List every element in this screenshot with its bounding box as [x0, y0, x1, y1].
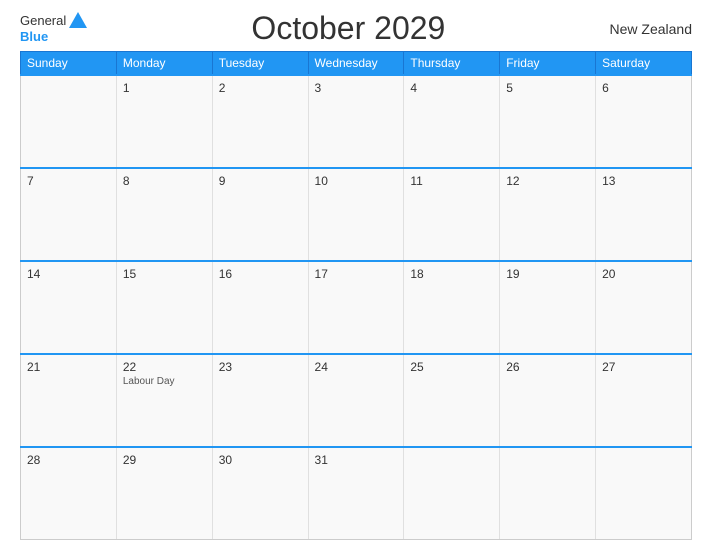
calendar-week-row: 28 29 30 31 [21, 447, 692, 540]
calendar-cell [404, 447, 500, 540]
calendar-cell: 21 [21, 354, 117, 447]
logo: General Blue [20, 13, 87, 44]
day-number: 29 [123, 453, 206, 467]
calendar-cell: 31 [308, 447, 404, 540]
day-number: 5 [506, 81, 589, 95]
day-number: 25 [410, 360, 493, 374]
calendar-cell: 14 [21, 261, 117, 354]
calendar-header: General Blue October 2029 New Zealand [20, 10, 692, 47]
day-number: 1 [123, 81, 206, 95]
calendar-cell: 25 [404, 354, 500, 447]
day-number: 30 [219, 453, 302, 467]
day-number: 17 [315, 267, 398, 281]
calendar-cell: 19 [500, 261, 596, 354]
calendar-cell [596, 447, 692, 540]
day-number: 7 [27, 174, 110, 188]
col-friday: Friday [500, 52, 596, 76]
calendar-cell: 29 [116, 447, 212, 540]
day-number: 24 [315, 360, 398, 374]
calendar-week-row: 789 10 11 12 13 [21, 168, 692, 261]
calendar-week-row: 123456 [21, 75, 692, 168]
calendar-cell: 24 [308, 354, 404, 447]
col-wednesday: Wednesday [308, 52, 404, 76]
calendar-cell: 30 [212, 447, 308, 540]
day-number: 6 [602, 81, 685, 95]
col-monday: Monday [116, 52, 212, 76]
day-number: 23 [219, 360, 302, 374]
calendar-cell: 12 [500, 168, 596, 261]
calendar-cell: 7 [21, 168, 117, 261]
day-number: 18 [410, 267, 493, 281]
calendar-cell: 11 [404, 168, 500, 261]
day-number: 2 [219, 81, 302, 95]
calendar-cell: 23 [212, 354, 308, 447]
calendar-cell: 17 [308, 261, 404, 354]
calendar-header-row: Sunday Monday Tuesday Wednesday Thursday… [21, 52, 692, 76]
calendar-cell: 16 [212, 261, 308, 354]
calendar-cell: 26 [500, 354, 596, 447]
day-number: 31 [315, 453, 398, 467]
calendar-cell: 15 [116, 261, 212, 354]
calendar-cell: 2 [212, 75, 308, 168]
logo-text-blue: Blue [20, 29, 48, 45]
day-number: 20 [602, 267, 685, 281]
col-thursday: Thursday [404, 52, 500, 76]
day-number: 22 [123, 360, 206, 374]
calendar-cell: 9 [212, 168, 308, 261]
calendar-cell: 10 [308, 168, 404, 261]
day-number: 19 [506, 267, 589, 281]
calendar-cell: 1 [116, 75, 212, 168]
day-number: 14 [27, 267, 110, 281]
calendar-cell: 13 [596, 168, 692, 261]
logo-text-general: General [20, 13, 66, 29]
col-sunday: Sunday [21, 52, 117, 76]
day-number: 12 [506, 174, 589, 188]
day-number: 13 [602, 174, 685, 188]
day-number: 4 [410, 81, 493, 95]
holiday-label: Labour Day [123, 376, 206, 387]
day-number: 3 [315, 81, 398, 95]
day-number: 27 [602, 360, 685, 374]
day-number: 16 [219, 267, 302, 281]
calendar-body: 12345678910111213141516171819202122Labou… [21, 75, 692, 540]
calendar-cell: 6 [596, 75, 692, 168]
calendar-cell: 18 [404, 261, 500, 354]
day-number: 28 [27, 453, 110, 467]
calendar-cell: 8 [116, 168, 212, 261]
calendar-cell [21, 75, 117, 168]
day-number: 9 [219, 174, 302, 188]
calendar-cell: 20 [596, 261, 692, 354]
day-number: 11 [410, 174, 493, 188]
day-number: 21 [27, 360, 110, 374]
calendar-cell: 3 [308, 75, 404, 168]
calendar-cell: 5 [500, 75, 596, 168]
day-number: 10 [315, 174, 398, 188]
col-saturday: Saturday [596, 52, 692, 76]
country-label: New Zealand [610, 21, 693, 37]
calendar-cell: 27 [596, 354, 692, 447]
month-title: October 2029 [251, 10, 445, 47]
calendar-cell: 4 [404, 75, 500, 168]
day-number: 15 [123, 267, 206, 281]
col-tuesday: Tuesday [212, 52, 308, 76]
day-number: 8 [123, 174, 206, 188]
calendar-cell: 22 Labour Day [116, 354, 212, 447]
calendar-cell [500, 447, 596, 540]
calendar-cell: 28 [21, 447, 117, 540]
logo-triangle-icon [69, 12, 87, 28]
calendar-table: Sunday Monday Tuesday Wednesday Thursday… [20, 51, 692, 540]
calendar-week-row: 21 22 Labour Day 23 24 25 26 27 [21, 354, 692, 447]
calendar-week-row: 14 15 16 17 18 19 20 [21, 261, 692, 354]
day-number: 26 [506, 360, 589, 374]
